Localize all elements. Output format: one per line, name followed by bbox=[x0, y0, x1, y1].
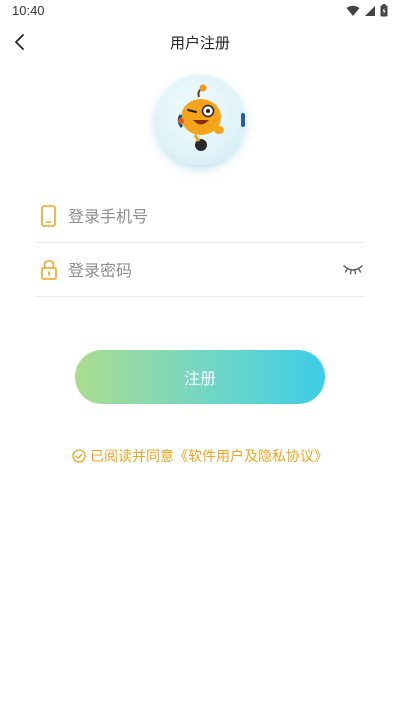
page-title: 用户注册 bbox=[169, 34, 230, 52]
phone-field-row bbox=[36, 189, 364, 243]
avatar bbox=[155, 75, 245, 165]
phone-input[interactable] bbox=[68, 201, 328, 231]
password-field-row bbox=[36, 243, 364, 297]
battery-icon bbox=[380, 4, 388, 17]
eye-closed-icon[interactable] bbox=[342, 261, 364, 277]
agreement-text: 已阅读并同意 bbox=[90, 449, 174, 465]
password-input[interactable] bbox=[68, 255, 328, 285]
mascot-avatar bbox=[177, 84, 245, 151]
header: 用户注册 bbox=[0, 22, 400, 62]
lock-icon bbox=[41, 260, 57, 280]
check-circle-icon[interactable] bbox=[72, 449, 86, 463]
phone-icon bbox=[41, 205, 56, 227]
signal-icon bbox=[365, 5, 375, 16]
wifi-icon bbox=[346, 5, 360, 16]
status-bar: 10:40 bbox=[0, 0, 400, 22]
status-icons bbox=[346, 4, 388, 17]
register-button[interactable]: 注册 bbox=[75, 350, 325, 404]
agreement-link[interactable]: 《软件用户及隐私协议》 bbox=[174, 446, 328, 466]
status-time: 10:40 bbox=[12, 3, 45, 18]
agreement-row: 已阅读并同意 《软件用户及隐私协议》 bbox=[0, 446, 400, 466]
